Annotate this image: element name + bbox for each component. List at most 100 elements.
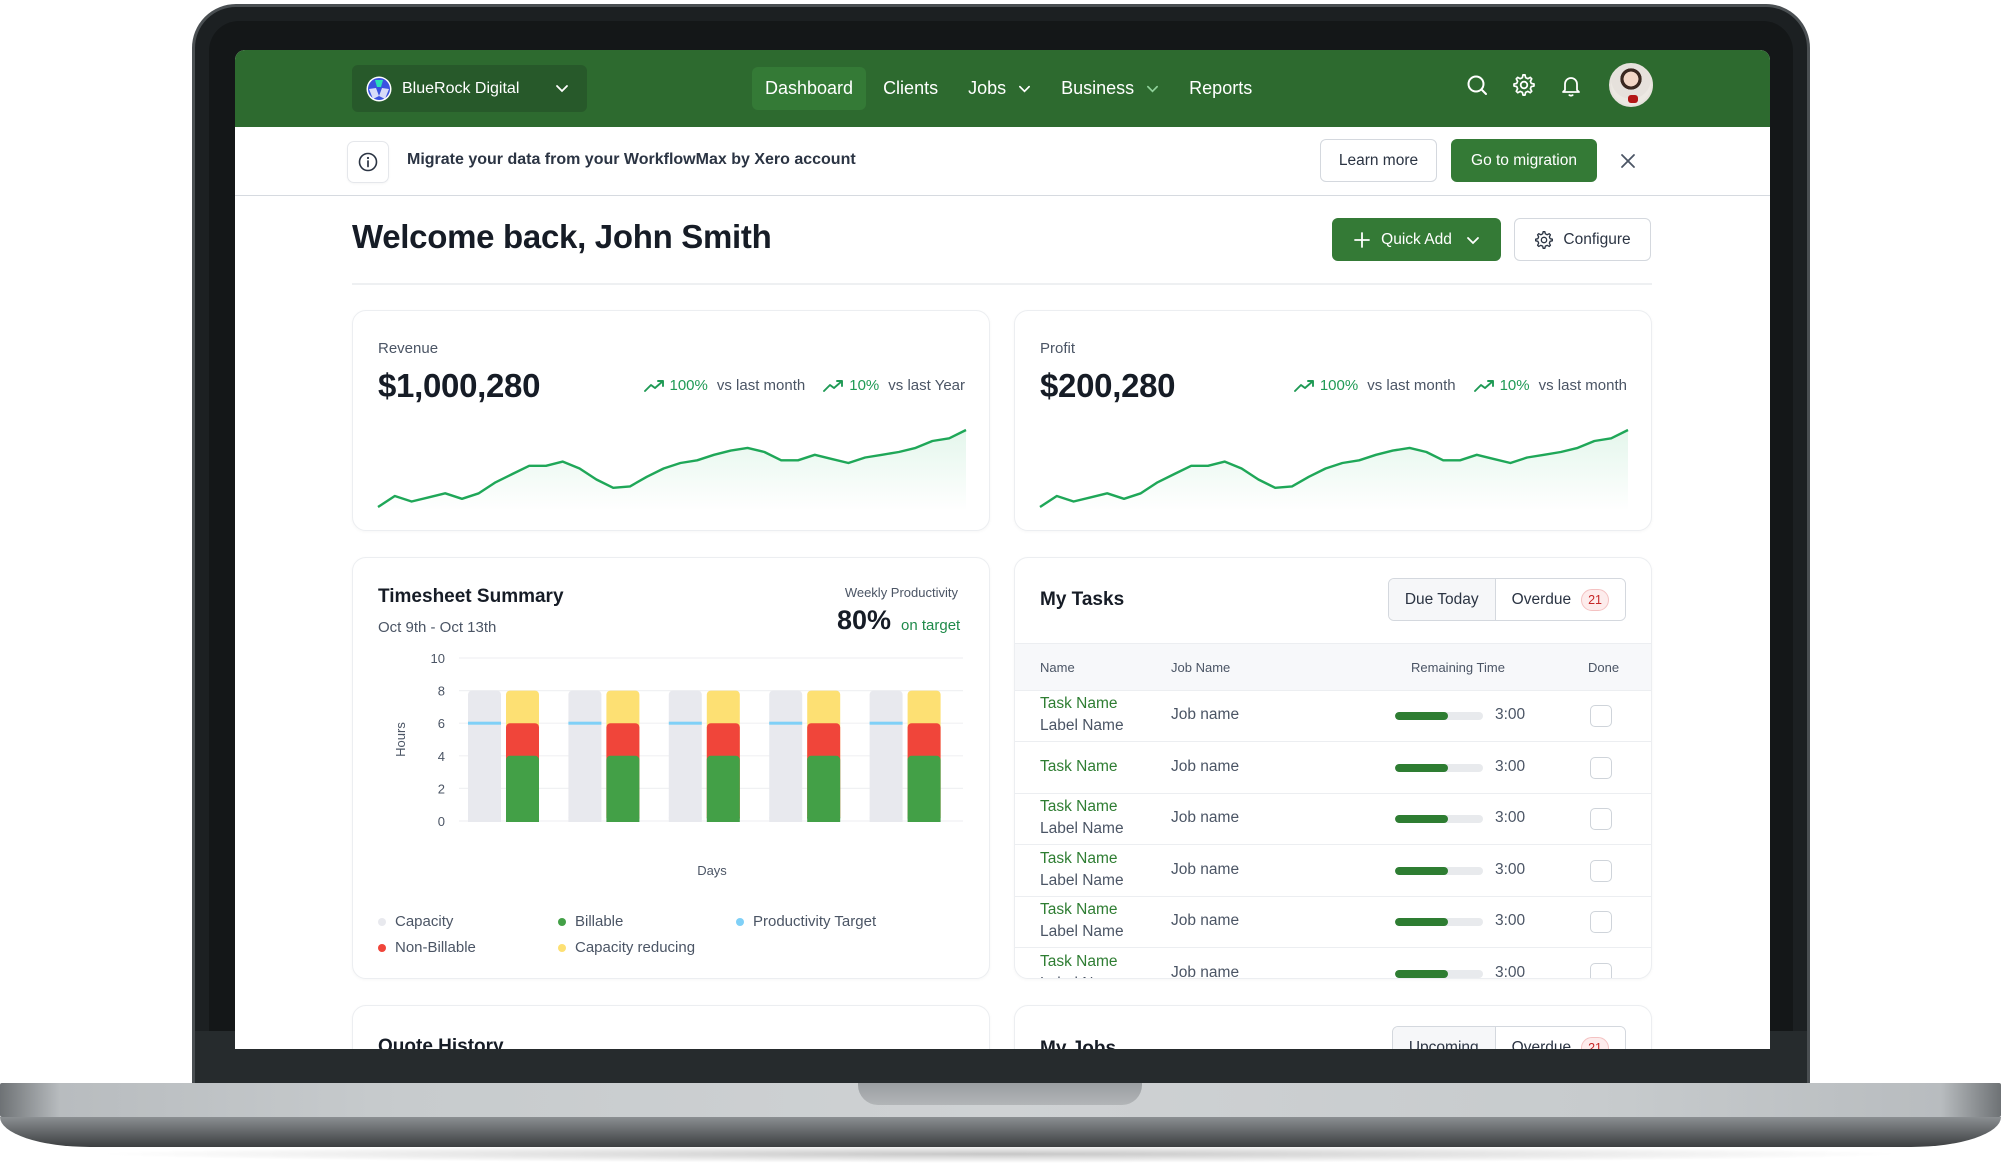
nav-tab-business[interactable]: Business	[1048, 67, 1172, 110]
tab-overdue[interactable]: Overdue 21	[1495, 579, 1625, 620]
legend-dot	[378, 943, 386, 952]
revenue-card: Revenue $1,000,280 100% vs last month 10…	[352, 310, 990, 531]
user-avatar[interactable]	[1609, 63, 1653, 107]
trend-text: vs last month	[1538, 377, 1627, 394]
my-tasks-title: My Tasks	[1040, 589, 1125, 610]
remaining-time-bar	[1395, 712, 1483, 720]
bar-capacity	[468, 690, 501, 822]
table-row[interactable]: Task Name Label Name Job name 3:00	[1015, 846, 1651, 897]
marker-productivity-target	[769, 721, 803, 725]
main-nav-tabs: Dashboard Clients Jobs Business Reports	[752, 67, 1269, 110]
gear-icon[interactable]	[1512, 73, 1536, 97]
legend-dot	[736, 917, 744, 926]
trend-percent: 100%	[669, 377, 708, 394]
task-name-link[interactable]: Task Name	[1040, 953, 1118, 971]
task-label: Label Name	[1040, 871, 1124, 889]
tab-jobs-overdue[interactable]: Overdue 21	[1495, 1027, 1625, 1050]
org-name: BlueRock Digital	[402, 79, 520, 97]
remaining-time-bar	[1395, 918, 1483, 926]
laptop-base-lower	[0, 1117, 2001, 1147]
table-row[interactable]: Task Name Label Name Job name 3:00	[1015, 691, 1651, 742]
chevron-down-icon	[1019, 85, 1031, 93]
legend-item: Capacity reducing	[558, 939, 695, 956]
jobs-overdue-count-badge: 21	[1581, 1036, 1609, 1049]
marker-productivity-target	[668, 721, 702, 725]
task-label: Label Name	[1040, 923, 1124, 940]
bar-capacity	[769, 690, 803, 822]
done-checkbox[interactable]	[1590, 859, 1612, 882]
remaining-time-value: 3:00	[1495, 757, 1526, 775]
task-job-name: Job name	[1171, 860, 1240, 878]
bar-billable-base	[606, 817, 640, 822]
task-name-link[interactable]: Task Name	[1040, 798, 1118, 816]
y-tick-label: 8	[438, 684, 445, 699]
timesheet-date-range: Oct 9th - Oct 13th	[378, 619, 497, 636]
y-tick-label: 2	[438, 781, 445, 796]
nav-tab-dashboard[interactable]: Dashboard	[752, 67, 867, 110]
bell-icon[interactable]	[1559, 73, 1583, 97]
bar-billable-base	[807, 817, 841, 822]
nav-tab-jobs[interactable]: Jobs	[955, 67, 1044, 110]
legend-label: Capacity	[395, 913, 454, 930]
legend-label: Billable	[575, 913, 624, 930]
done-checkbox[interactable]	[1590, 962, 1612, 978]
done-checkbox[interactable]	[1590, 756, 1612, 779]
close-icon[interactable]	[1616, 149, 1640, 173]
bar-capacity	[568, 690, 602, 822]
sparkline-area	[378, 430, 966, 511]
page-title: Welcome back, John Smith	[352, 218, 772, 255]
go-to-migration-button[interactable]: Go to migration	[1451, 139, 1597, 182]
profit-label: Profit	[1040, 340, 1076, 357]
tab-jobs-overdue-label: Overdue	[1511, 1038, 1572, 1050]
timesheet-summary-card: Timesheet Summary Oct 9th - Oct 13th Wee…	[352, 557, 990, 979]
remaining-time-bar-fill	[1395, 763, 1448, 772]
nav-tab-reports[interactable]: Reports	[1176, 67, 1265, 110]
weekly-productivity-value: 80%	[837, 605, 892, 635]
profit-trend-1: 100% vs last month	[1293, 377, 1456, 394]
remaining-time-value: 3:00	[1495, 963, 1526, 979]
tab-due-today[interactable]: Due Today	[1388, 579, 1496, 620]
profit-trend-2: 10% vs last month	[1473, 377, 1627, 394]
quick-add-button[interactable]: Quick Add	[1332, 218, 1501, 261]
nav-tab-clients[interactable]: Clients	[870, 67, 951, 110]
tab-upcoming[interactable]: Upcoming	[1392, 1027, 1496, 1049]
table-row[interactable]: Task Name Label Name Job name 3:00	[1015, 897, 1651, 948]
table-row[interactable]: Task Name Label Name Job name 3:00	[1015, 794, 1651, 845]
nav-icons	[1442, 63, 1653, 107]
remaining-time-bar-fill	[1395, 918, 1448, 926]
remaining-time-bar-fill	[1395, 969, 1448, 978]
profit-sparkline	[1039, 428, 1629, 511]
task-name-link[interactable]: Task Name	[1040, 758, 1118, 776]
app-screen: BlueRock Digital Dashboard Clients Jobs Bus…	[235, 50, 1770, 1049]
search-icon[interactable]	[1465, 73, 1489, 97]
info-icon	[358, 152, 378, 172]
chevron-down-icon	[1147, 85, 1159, 93]
done-checkbox[interactable]	[1590, 808, 1612, 830]
task-name-link[interactable]: Task Name	[1040, 850, 1118, 868]
task-name-link[interactable]: Task Name	[1040, 695, 1118, 713]
remaining-time-value: 3:00	[1495, 706, 1526, 723]
done-checkbox[interactable]	[1590, 705, 1612, 727]
bar-capacity	[869, 690, 903, 822]
done-checkbox[interactable]	[1590, 911, 1612, 933]
table-row[interactable]: Task Name Label Name Job name 3:00	[1015, 949, 1651, 979]
revenue-value: $1,000,280	[378, 367, 541, 404]
trend-up-icon	[643, 379, 664, 392]
tasks-table-header: Name Job Name Remaining Time Done	[1015, 643, 1651, 691]
org-switcher[interactable]: BlueRock Digital	[352, 65, 587, 112]
legend-item: Capacity	[378, 913, 453, 930]
chevron-down-icon	[1466, 236, 1479, 244]
table-row[interactable]: Task Name Job name 3:00	[1015, 743, 1651, 794]
my-tasks-card: My Tasks Due Today Overdue 21 Name Job N…	[1014, 557, 1652, 979]
task-name-link[interactable]: Task Name	[1040, 901, 1118, 919]
sparkline-area	[1040, 430, 1628, 511]
legend-label: Non-Billable	[395, 939, 476, 956]
remaining-time-bar	[1395, 763, 1483, 772]
remaining-time-value: 3:00	[1495, 809, 1526, 826]
laptop-shadow	[90, 1145, 1910, 1163]
remaining-time-bar	[1395, 815, 1483, 823]
learn-more-button[interactable]: Learn more	[1320, 139, 1437, 182]
y-tick-label: 4	[438, 749, 445, 764]
remaining-time-bar	[1395, 969, 1483, 978]
configure-button[interactable]: Configure	[1514, 218, 1651, 261]
